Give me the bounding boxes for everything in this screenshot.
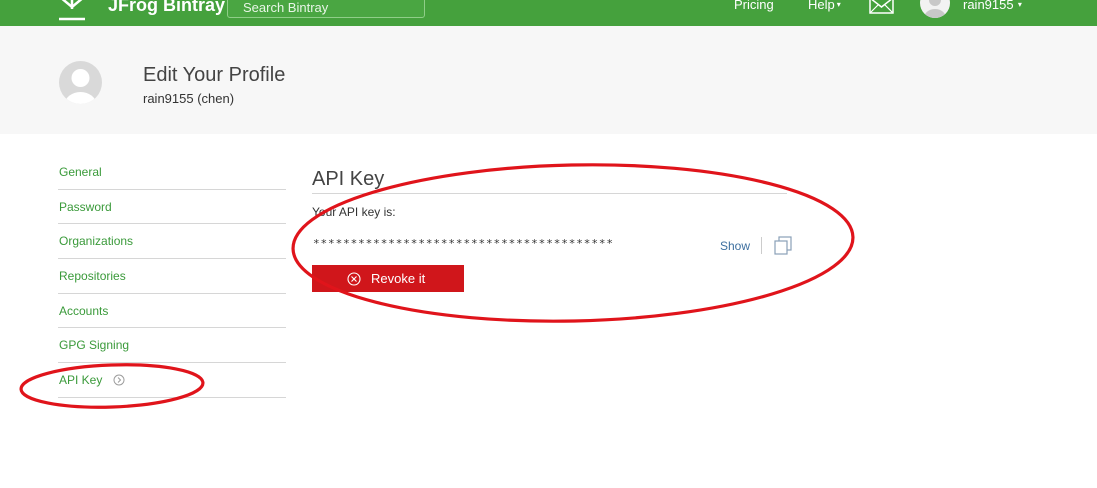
sidebar-item-label: API Key (59, 373, 103, 388)
nav-pricing-link[interactable]: Pricing (734, 0, 774, 12)
divider (761, 237, 762, 254)
nav-help-menu[interactable]: Help ▾ (808, 0, 841, 12)
sidebar-item-general[interactable]: General (58, 155, 286, 190)
user-menu[interactable]: rain9155 ▾ (963, 0, 1022, 12)
profile-avatar (59, 61, 102, 104)
avatar-icon (924, 0, 946, 18)
sidebar-item-api-key[interactable]: API Key (58, 363, 286, 398)
copy-icon[interactable] (773, 236, 793, 255)
revoke-api-key-button[interactable]: Revoke it (312, 265, 464, 292)
close-circle-icon (347, 271, 361, 286)
mail-icon[interactable] (869, 0, 894, 14)
chevron-right-circle-icon (113, 374, 125, 386)
profile-sidebar: General Password Organizations Repositor… (58, 155, 286, 398)
page-title: Edit Your Profile (143, 64, 286, 86)
page-subtitle: rain9155 (chen) (143, 91, 235, 106)
avatar-icon (64, 69, 97, 104)
divider (312, 193, 787, 194)
api-key-label: Your API key is: (312, 205, 396, 219)
revoke-button-label: Revoke it (371, 271, 426, 286)
chevron-down-icon: ▾ (1015, 0, 1022, 9)
nav-help-label: Help (808, 0, 835, 12)
chevron-down-icon: ▾ (836, 0, 841, 9)
sidebar-item-accounts[interactable]: Accounts (58, 294, 286, 329)
sidebar-item-organizations[interactable]: Organizations (58, 224, 286, 260)
sidebar-item-password[interactable]: Password (58, 190, 286, 225)
bintray-logo-icon[interactable] (57, 0, 87, 21)
user-avatar[interactable] (920, 0, 950, 18)
section-title: API Key (312, 168, 385, 190)
sidebar-item-gpg-signing[interactable]: GPG Signing (58, 328, 286, 364)
profile-header: Edit Your Profile rain9155 (chen) (0, 26, 1097, 134)
show-api-key-link[interactable]: Show (720, 239, 750, 253)
search-input[interactable]: Search Bintray (227, 0, 425, 18)
top-navbar: JFrog Bintray Search Bintray Pricing Hel… (0, 0, 1097, 26)
username-label: rain9155 (963, 0, 1014, 12)
sidebar-item-repositories[interactable]: Repositories (58, 259, 286, 294)
api-key-value: **************************************** (313, 237, 614, 250)
brand-name[interactable]: JFrog Bintray (108, 0, 225, 16)
